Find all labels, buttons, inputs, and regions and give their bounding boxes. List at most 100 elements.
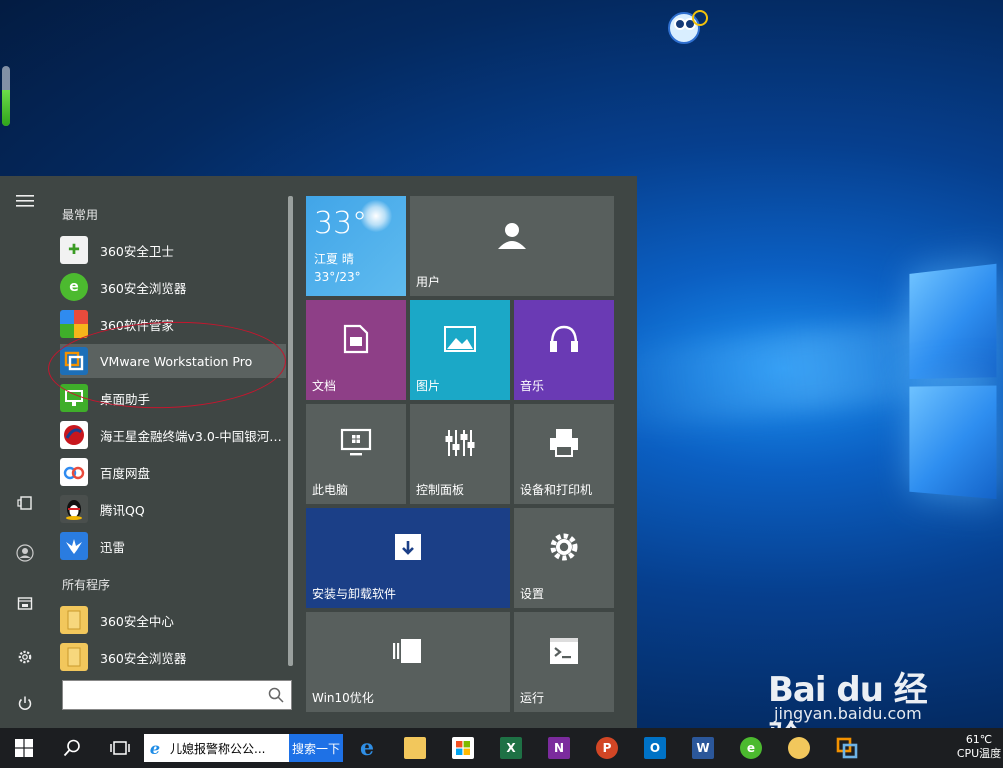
settings-gear-icon bbox=[514, 508, 614, 586]
search-icon bbox=[63, 739, 81, 757]
start-search-input[interactable] bbox=[67, 681, 265, 709]
file-explorer-icon[interactable] bbox=[10, 588, 40, 618]
app-item-vmware[interactable]: VMware Workstation Pro bbox=[60, 344, 286, 378]
app-label: 桌面助手 bbox=[100, 389, 150, 408]
tile-label: 安装与卸载软件 bbox=[312, 585, 396, 602]
picture-icon bbox=[410, 300, 510, 378]
document-icon bbox=[306, 300, 406, 378]
tile-documents[interactable]: 文档 bbox=[306, 300, 406, 400]
task-view-icon bbox=[110, 740, 130, 756]
power-icon[interactable] bbox=[10, 688, 40, 718]
tile-weather[interactable]: 33° 江夏 晴 33°/23° bbox=[306, 196, 406, 296]
taskbar-vmware[interactable] bbox=[823, 728, 871, 768]
start-button[interactable] bbox=[0, 728, 48, 768]
windows-logo-icon bbox=[15, 739, 33, 757]
weather-temp: 33° bbox=[314, 206, 367, 241]
tile-label: 设备和打印机 bbox=[520, 481, 592, 498]
tile-settings[interactable]: 设置 bbox=[514, 508, 614, 608]
app-label: 腾讯QQ bbox=[100, 500, 145, 519]
taskbar-web-search-box[interactable]: e 儿媳报警称公公... bbox=[144, 734, 289, 762]
tile-this-pc[interactable]: 此电脑 bbox=[306, 404, 406, 504]
baidu-jingyan-watermark: Bai du 经验 jingyan.baidu.com bbox=[768, 662, 948, 722]
tile-run[interactable]: 运行 bbox=[514, 612, 614, 712]
folder-icon bbox=[60, 643, 88, 671]
taskbar-word[interactable]: W bbox=[679, 728, 727, 768]
taskbar-excel[interactable]: X bbox=[487, 728, 535, 768]
tile-label: 文档 bbox=[312, 377, 336, 394]
paint-palette-icon bbox=[788, 737, 810, 759]
tile-pictures[interactable]: 图片 bbox=[410, 300, 510, 400]
task-view-button[interactable] bbox=[96, 728, 144, 768]
app-item-tencent-qq[interactable]: 腾讯QQ bbox=[60, 492, 286, 526]
app-label: 迅雷 bbox=[100, 537, 125, 556]
side-gauge-fill bbox=[2, 90, 10, 126]
taskbar-search-button[interactable] bbox=[48, 728, 96, 768]
app-item-360-software-manager[interactable]: 360软件管家 bbox=[60, 307, 286, 341]
app-list: 最常用 ✚ 360安全卫士 e 360安全浏览器 360软件管家 VMware … bbox=[50, 176, 290, 728]
taskbar-powerpoint[interactable]: P bbox=[583, 728, 631, 768]
app-label: 360安全浏览器 bbox=[100, 278, 186, 297]
vmware-icon bbox=[60, 347, 88, 375]
taskbar-search-go-button[interactable]: 搜索一下 bbox=[289, 734, 343, 762]
tablet-mode-icon[interactable] bbox=[10, 488, 40, 518]
tile-control-panel[interactable]: 控制面板 bbox=[410, 404, 510, 504]
app-item-finance-terminal[interactable]: 海王星金融终端v3.0-中国银河证... bbox=[60, 418, 286, 452]
app-item-desktop-assistant[interactable]: 桌面助手 bbox=[60, 381, 286, 415]
taskbar-edge[interactable]: e bbox=[343, 728, 391, 768]
cpu-temperature-tray[interactable]: 61℃ CPU温度 bbox=[955, 728, 1003, 768]
edge-browser-icon: e bbox=[356, 737, 378, 759]
tile-user[interactable]: 用户 bbox=[410, 196, 614, 296]
taskbar-360-browser[interactable]: e bbox=[727, 728, 775, 768]
start-search-box[interactable] bbox=[62, 680, 292, 710]
headphones-icon bbox=[514, 300, 614, 378]
word-icon: W bbox=[692, 737, 714, 759]
app-label: 百度网盘 bbox=[100, 463, 150, 482]
tile-label: 图片 bbox=[416, 377, 440, 394]
app-item-thunder[interactable]: 迅雷 bbox=[60, 529, 286, 563]
tile-music[interactable]: 音乐 bbox=[514, 300, 614, 400]
app-list-scrollbar[interactable] bbox=[288, 196, 293, 666]
user-account-icon[interactable] bbox=[10, 538, 40, 568]
app-item-360-security[interactable]: ✚ 360安全卫士 bbox=[60, 233, 286, 267]
start-menu: 最常用 ✚ 360安全卫士 e 360安全浏览器 360软件管家 VMware … bbox=[0, 176, 637, 728]
app-item-baidu-netdisk[interactable]: 百度网盘 bbox=[60, 455, 286, 489]
taskbar-desktop-tool[interactable] bbox=[775, 728, 823, 768]
app-label: 海王星金融终端v3.0-中国银河证... bbox=[100, 426, 286, 445]
tile-label: 运行 bbox=[520, 689, 544, 706]
powerpoint-icon: P bbox=[596, 737, 618, 759]
app-item-360-browser-folder[interactable]: 360安全浏览器 bbox=[60, 640, 286, 674]
mascot-widget-icon[interactable] bbox=[666, 6, 702, 42]
printer-icon bbox=[514, 404, 614, 482]
store-bag-icon bbox=[452, 737, 474, 759]
cpu-temp-value: 61℃ bbox=[955, 733, 1003, 747]
taskbar-outlook[interactable]: O bbox=[631, 728, 679, 768]
section-all-heading: 所有程序 bbox=[62, 576, 110, 593]
hamburger-menu-icon[interactable] bbox=[10, 186, 40, 216]
taskbar-file-explorer[interactable] bbox=[391, 728, 439, 768]
app-item-360-security-center-folder[interactable]: 360安全中心 bbox=[60, 603, 286, 637]
software-manager-icon bbox=[60, 310, 88, 338]
weather-range: 33°/23° bbox=[314, 270, 361, 284]
tile-label: 控制面板 bbox=[416, 481, 464, 498]
app-label: 360软件管家 bbox=[100, 315, 174, 334]
folder-icon bbox=[404, 737, 426, 759]
taskbar-onenote[interactable]: N bbox=[535, 728, 583, 768]
tile-install-uninstall[interactable]: 安装与卸载软件 bbox=[306, 508, 510, 608]
optimize-icon bbox=[306, 612, 510, 690]
settings-gear-icon[interactable] bbox=[10, 642, 40, 672]
app-item-360-browser[interactable]: e 360安全浏览器 bbox=[60, 270, 286, 304]
tile-win10-optimize[interactable]: Win10优化 bbox=[306, 612, 510, 712]
tile-label: 用户 bbox=[416, 273, 440, 290]
user-icon bbox=[410, 196, 614, 274]
outlook-icon: O bbox=[644, 737, 666, 759]
tile-devices-printers[interactable]: 设备和打印机 bbox=[514, 404, 614, 504]
tile-label: 设置 bbox=[520, 585, 544, 602]
side-gauge-widget[interactable] bbox=[2, 66, 10, 126]
computer-icon bbox=[306, 404, 406, 482]
browser-e-icon: e bbox=[60, 273, 88, 301]
app-label: VMware Workstation Pro bbox=[100, 354, 252, 369]
search-icon[interactable] bbox=[265, 684, 287, 706]
tile-label: Win10优化 bbox=[312, 689, 374, 706]
taskbar-store[interactable] bbox=[439, 728, 487, 768]
tile-label: 此电脑 bbox=[312, 481, 348, 498]
